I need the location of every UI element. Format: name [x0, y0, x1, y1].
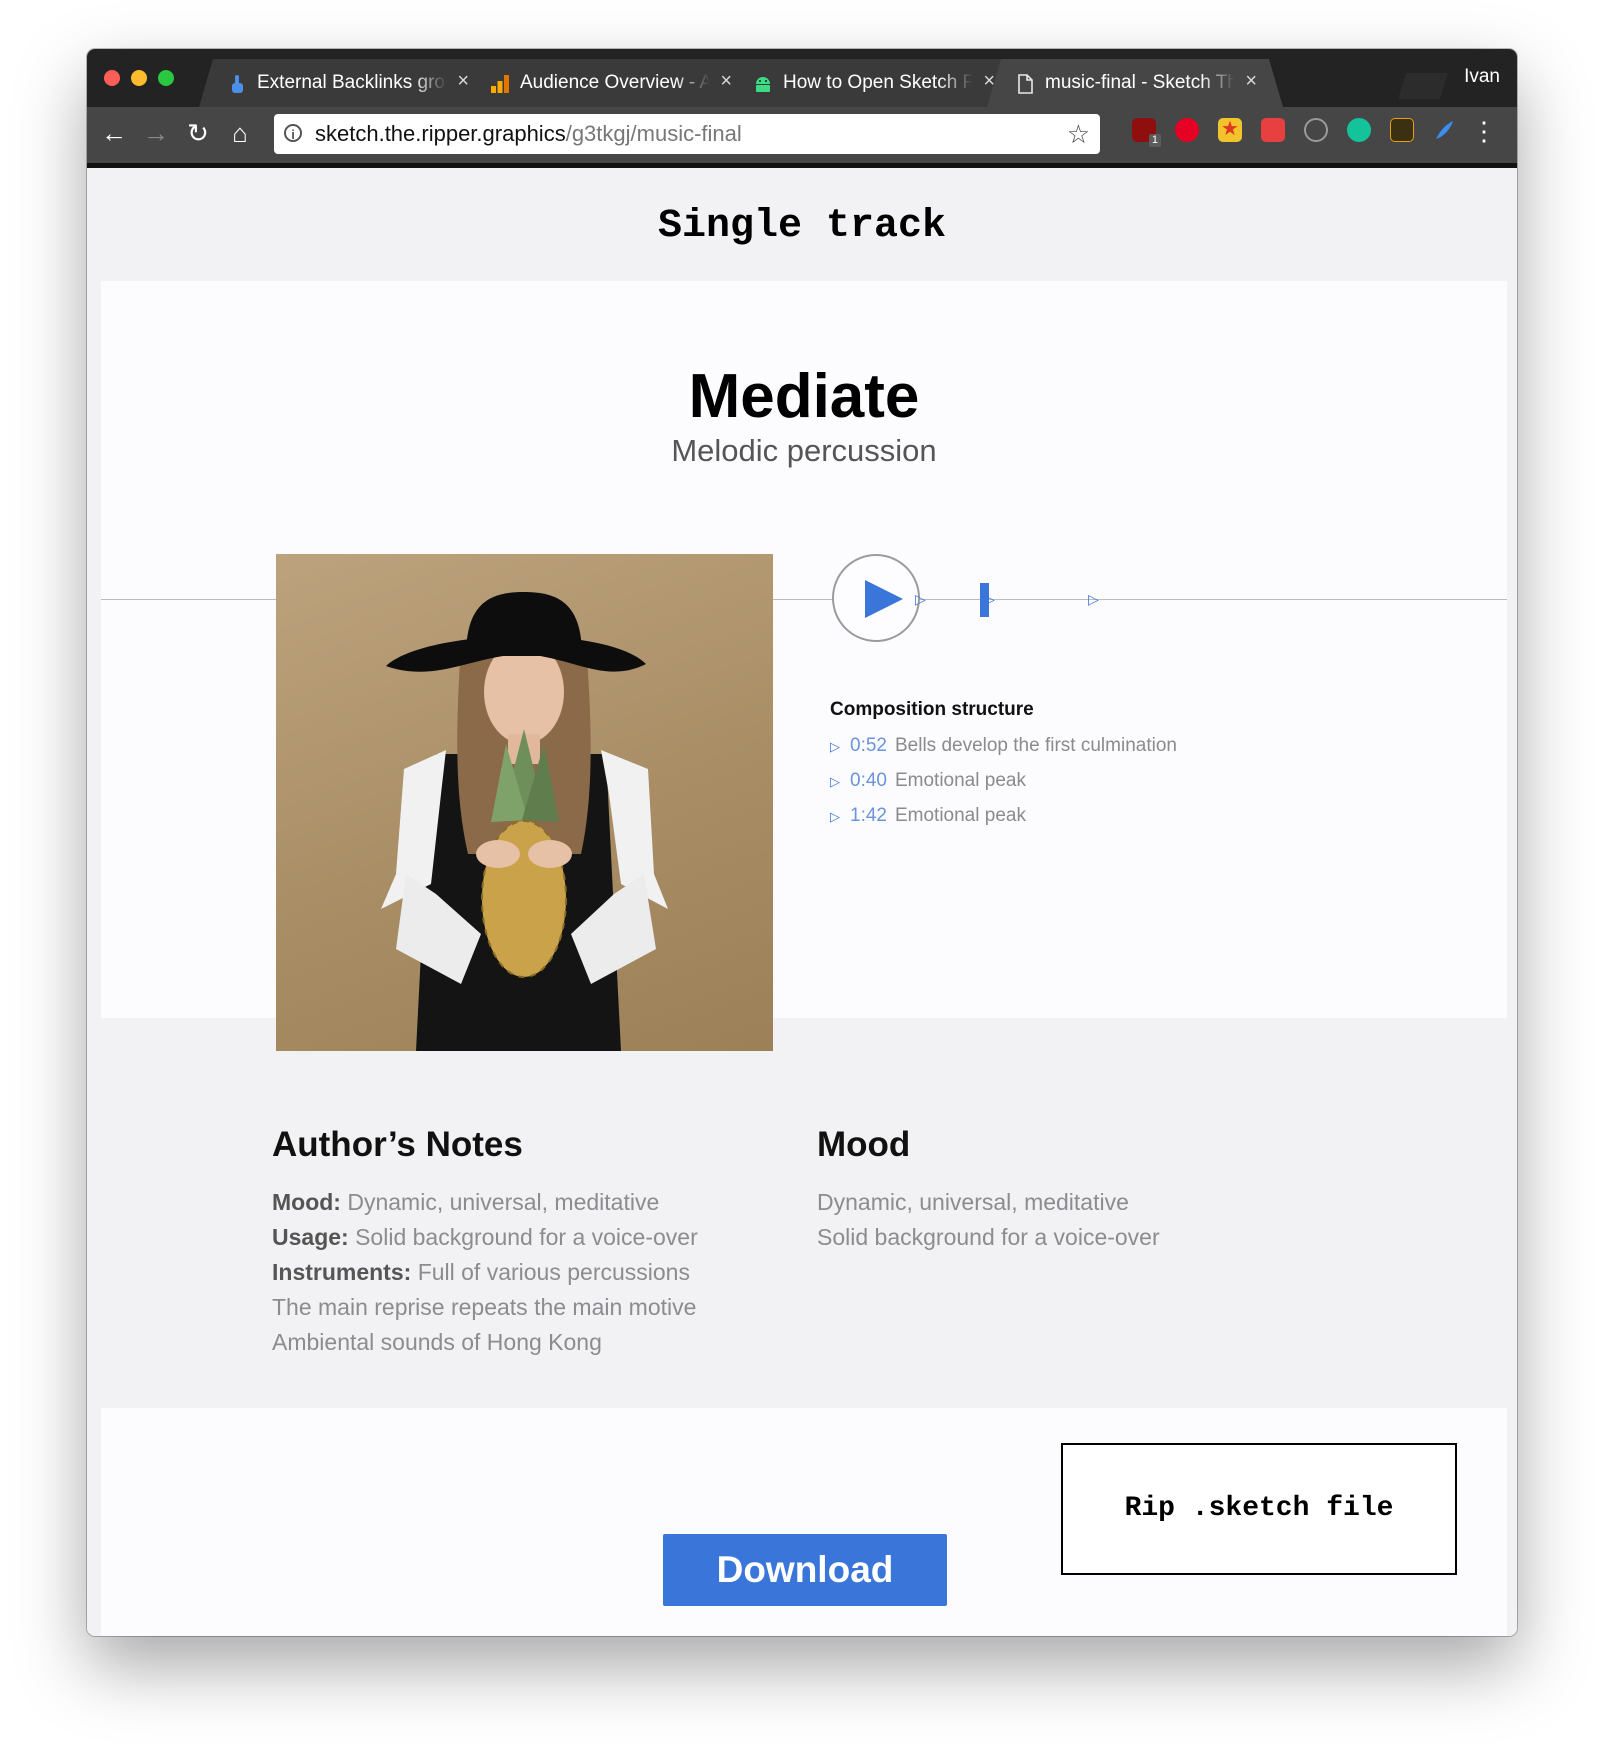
timeline-marker-icon[interactable]: ▷ [984, 590, 995, 608]
analytics-bar-icon [490, 74, 510, 94]
composition-item[interactable]: ▷ 0:40 Emotional peak [830, 767, 1177, 802]
tab-title: Audience Overview - Analytics [520, 72, 710, 93]
notes-section: Author’s Notes Mood: Dynamic, universal,… [101, 1018, 1507, 1408]
info-icon[interactable]: i [284, 124, 302, 142]
composition-time: 0:40 [850, 770, 887, 791]
feather-icon[interactable] [1433, 118, 1457, 142]
mood-line: Solid background for a voice-over [817, 1224, 1160, 1250]
track-title: Mediate [688, 362, 920, 431]
bookmark-star-icon[interactable]: ★ [1218, 118, 1242, 142]
hand-pointer-icon [227, 74, 247, 94]
browser-toolbar: ← → ↻ ⌂ i sketch.the.ripper.graphics/g3t… [87, 107, 1517, 168]
more-menu-icon[interactable]: ⋮ [1471, 116, 1497, 146]
new-tab-button[interactable] [1398, 73, 1448, 99]
note-line: Instruments: Full of various percussions [272, 1255, 698, 1290]
note-line: Mood: Dynamic, universal, meditative [272, 1185, 698, 1220]
mood-title: Mood [817, 1125, 911, 1164]
tab-strip: External Backlinks group × Audience Over… [87, 49, 1517, 107]
page-content: Single track Mediate Melodic percussion [87, 168, 1517, 1636]
composition-list: ▷ 0:52 Bells develop the first culmination… [830, 732, 1177, 837]
feather-shape [1436, 121, 1453, 139]
extension-badge: 1 [1148, 134, 1161, 147]
forward-arrow-icon[interactable]: → [140, 117, 172, 149]
star-icon: ★ [1221, 118, 1239, 140]
actions-footer: Rip .sketch file Download [101, 1408, 1507, 1636]
red-box-icon[interactable] [1261, 118, 1285, 142]
address-bar[interactable]: i sketch.the.ripper.graphics/g3tkgj/musi… [274, 114, 1100, 154]
composition-time: 1:42 [850, 805, 887, 826]
tab-music-final[interactable]: music-final - Sketch The Ripper × [987, 59, 1283, 107]
woman-with-pineapple-illustration [381, 592, 668, 1051]
note-text: The main reprise repeats the main motive [272, 1294, 697, 1320]
composition-text: Emotional peak [894, 805, 1026, 826]
note-text: Full of various percussions [417, 1259, 690, 1285]
tab-how-to-open-sketch[interactable]: How to Open Sketch Files × [725, 59, 1021, 107]
profile-name[interactable]: Ivan [1464, 66, 1500, 88]
zoom-window-button[interactable] [158, 70, 174, 86]
play-marker-icon: ▷ [830, 774, 840, 789]
note-label: Usage: [272, 1224, 349, 1250]
android-icon [753, 74, 773, 94]
composition-item[interactable]: ▷ 1:42 Emotional peak [830, 802, 1177, 837]
album-cover-image [276, 554, 773, 1051]
tab-title: How to Open Sketch Files [783, 72, 973, 93]
back-arrow-icon[interactable]: ← [98, 117, 130, 149]
composition-title: Composition structure [830, 699, 1034, 720]
track-hero: Mediate Melodic percussion ▷ ▷ ▷ Composi… [101, 281, 1507, 1051]
mood-section: Mood Dynamic, universal, meditative Soli… [817, 1125, 1160, 1255]
authors-notes: Author’s Notes Mood: Dynamic, universal,… [272, 1125, 698, 1360]
url-text: sketch.the.ripper.graphics/g3tkgj/music-… [315, 114, 742, 154]
ublock-icon[interactable]: 1 [1132, 118, 1161, 147]
note-text: Ambiental sounds of Hong Kong [272, 1329, 602, 1355]
close-window-button[interactable] [104, 70, 120, 86]
composition-text: Bells develop the first culmination [894, 735, 1177, 756]
note-line: Usage: Solid background for a voice-over [272, 1220, 698, 1255]
play-icon [865, 580, 903, 618]
home-icon[interactable]: ⌂ [224, 117, 256, 149]
browser-window: External Backlinks group × Audience Over… [87, 49, 1517, 1636]
pinterest-icon[interactable] [1175, 118, 1199, 142]
bookmark-star-icon[interactable]: ☆ [1067, 114, 1090, 154]
k-icon[interactable] [1390, 118, 1414, 142]
note-line: Ambiental sounds of Hong Kong [272, 1325, 698, 1360]
minimize-window-button[interactable] [131, 70, 147, 86]
timeline-marker-icon[interactable]: ▷ [915, 590, 926, 608]
reload-icon[interactable]: ↻ [182, 117, 214, 149]
note-line: The main reprise repeats the main motive [272, 1290, 698, 1325]
rip-sketch-file-button[interactable]: Rip .sketch file [1061, 1443, 1457, 1575]
url-path: /g3tkgj/music-final [565, 121, 742, 146]
note-text: Dynamic, universal, meditative [347, 1189, 660, 1215]
tab-audience-overview[interactable]: Audience Overview - Analytics × [462, 59, 758, 107]
tab-external-backlinks[interactable]: External Backlinks group × [199, 59, 495, 107]
grammarly-icon[interactable] [1347, 118, 1371, 142]
note-label: Mood: [272, 1189, 341, 1215]
mood-line: Dynamic, universal, meditative [817, 1189, 1129, 1215]
document-icon [1015, 74, 1035, 94]
note-text: Solid background for a voice-over [355, 1224, 698, 1250]
play-button[interactable] [832, 554, 920, 642]
tab-title: External Backlinks group [257, 72, 447, 93]
composition-text: Emotional peak [894, 770, 1026, 791]
info-circle-icon[interactable] [1304, 118, 1328, 142]
play-marker-icon: ▷ [830, 809, 840, 824]
tab-title: music-final - Sketch The Ripper [1045, 72, 1235, 93]
track-subtitle: Melodic percussion [671, 433, 937, 468]
composition-time: 0:52 [850, 735, 887, 756]
tab-close-icon[interactable]: × [1245, 70, 1257, 93]
url-host: sketch.the.ripper.graphics [315, 121, 566, 146]
play-marker-icon: ▷ [830, 739, 840, 754]
note-label: Instruments: [272, 1259, 412, 1285]
page-heading: Single track [657, 204, 947, 249]
composition-item[interactable]: ▷ 0:52 Bells develop the first culmination [830, 732, 1177, 767]
download-button[interactable]: Download [663, 1534, 947, 1606]
authors-notes-title: Author’s Notes [272, 1125, 523, 1164]
timeline-marker-icon[interactable]: ▷ [1088, 590, 1099, 608]
